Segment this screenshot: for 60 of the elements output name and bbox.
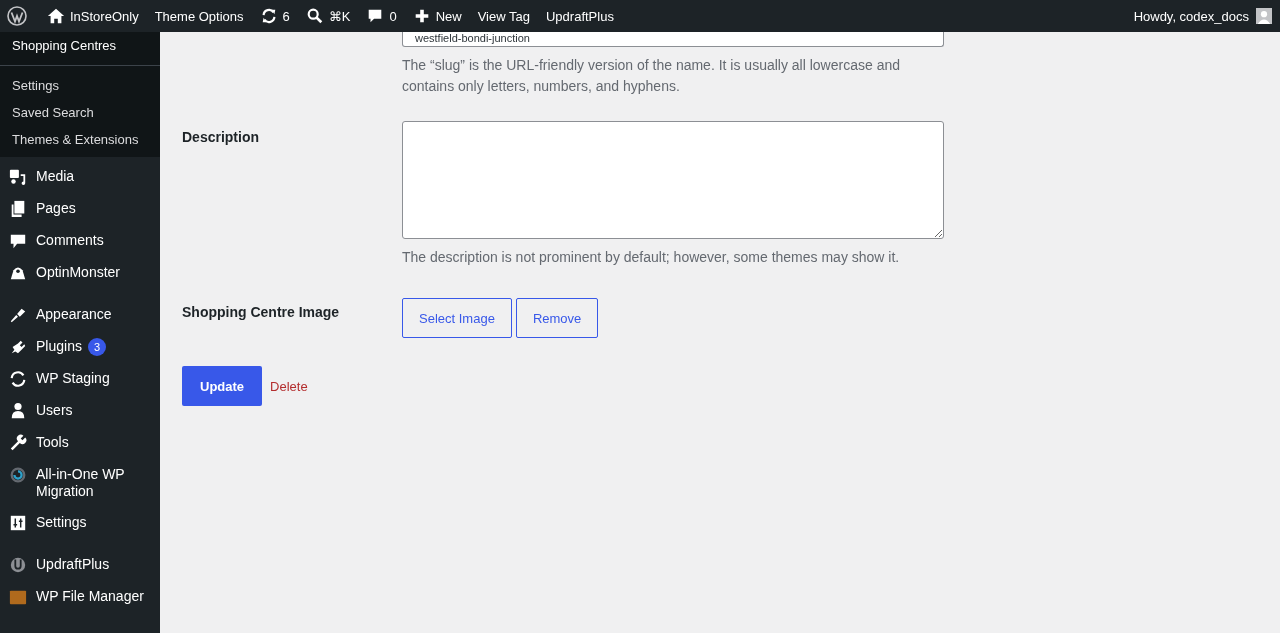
help-text: The description is not prominent by default; however, some themes may show it.: [402, 248, 901, 267]
account-menu[interactable]: Howdy, codex_docs: [1125, 8, 1280, 24]
menu-item[interactable]: OptinMonster: [0, 257, 160, 289]
menu-label: Users: [36, 402, 73, 419]
avatar-icon: [1256, 8, 1272, 24]
menu-item[interactable]: Users: [0, 395, 160, 427]
description-field[interactable]: [402, 121, 944, 239]
update-button[interactable]: Update: [182, 366, 263, 406]
search-icon: [305, 7, 324, 25]
slug-field[interactable]: westfield-bondi-junction: [402, 32, 944, 47]
admin-bar-item[interactable]: ⌘K: [297, 7, 359, 25]
menu-item[interactable]: Tools: [0, 427, 160, 459]
menu-label: Pages: [36, 200, 76, 217]
menu-item[interactable]: All-in-One WP Migration: [0, 459, 160, 507]
wrench-icon: [8, 434, 28, 452]
menu-label: Comments: [36, 232, 104, 249]
menu-item[interactable]: Appearance: [0, 299, 160, 331]
admin-bar-item[interactable]: 6: [251, 7, 298, 25]
submenu-item[interactable]: Settings: [0, 72, 160, 99]
menu-label: OptinMonster: [36, 264, 121, 281]
wordpress-logo-icon[interactable]: [7, 6, 27, 26]
media-icon: [8, 168, 28, 186]
menu-label: Tools: [36, 434, 69, 451]
menu-item[interactable]: Media: [0, 161, 160, 193]
menu-item[interactable]: UpdraftPlus: [0, 549, 160, 581]
image-button[interactable]: Select Image: [402, 298, 512, 338]
refresh-icon: [8, 370, 28, 388]
admin-bar-item[interactable]: 0: [358, 7, 405, 25]
home-icon: [47, 7, 65, 25]
menu-label: Settings: [36, 514, 87, 531]
sliders-icon: [8, 514, 28, 532]
delete-link[interactable]: Delete: [270, 378, 308, 394]
admin-bar-item[interactable]: View Tag: [469, 8, 538, 24]
menu-item[interactable]: WP File Manager: [0, 581, 160, 613]
menu-item[interactable]: Comments: [0, 225, 160, 257]
menu-item[interactable]: Plugins 3: [0, 331, 160, 363]
menu-item[interactable]: Shopping Centres: [0, 32, 160, 65]
comment-icon: [8, 232, 28, 250]
admin-bar-item[interactable]: InStoreOnly: [39, 7, 147, 25]
menu-item[interactable]: WP Staging: [0, 363, 160, 395]
image-button[interactable]: Remove: [515, 298, 599, 338]
menu-label: UpdraftPlus: [36, 556, 110, 573]
menu-item[interactable]: Settings: [0, 507, 160, 539]
admin-bar-item[interactable]: Theme Options: [146, 8, 252, 24]
admin-bar-item[interactable]: New: [404, 7, 470, 25]
submenu-item[interactable]: Saved Search: [0, 99, 160, 126]
help-text: The “slug” is the URL-friendly version of the name. It is usually all lowercase and contains only letters, numbers, and hyphens.: [402, 56, 901, 96]
menu-label: Media: [36, 168, 75, 185]
menu-label: WP File Manager: [36, 588, 144, 605]
field-label: Shopping Centre Image: [182, 304, 340, 320]
admin-bar-item[interactable]: UpdraftPlus: [537, 8, 622, 24]
menu-label: Plugins: [36, 338, 82, 355]
menu-label: All-in-One WP Migration: [36, 466, 126, 500]
count-badge: 3: [87, 338, 107, 356]
submenu-item[interactable]: Themes & Extensions: [0, 126, 160, 153]
menu-label: Appearance: [36, 306, 112, 323]
brush-icon: [8, 306, 28, 324]
menu-item[interactable]: Pages: [0, 193, 160, 225]
field-label: Description: [182, 129, 259, 145]
menu-label: WP Staging: [36, 370, 110, 387]
